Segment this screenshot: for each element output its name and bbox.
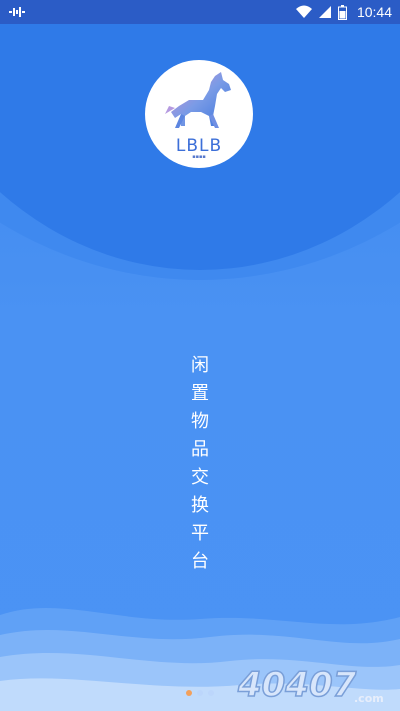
splash-screen: 10:44 ▪▪▪▪ LBLB 闲 置 物 品 交 换 平 台 40407 .c… bbox=[0, 0, 400, 711]
slogan-char: 换 bbox=[191, 495, 209, 516]
status-bar: 10:44 bbox=[0, 0, 400, 24]
notification-icon bbox=[9, 7, 25, 17]
slogan: 闲 置 物 品 交 换 平 台 bbox=[185, 352, 215, 576]
page-dot[interactable] bbox=[197, 690, 203, 696]
page-dot-active[interactable] bbox=[186, 690, 192, 696]
wifi-icon bbox=[295, 5, 312, 18]
app-logo: ▪▪▪▪ LBLB bbox=[145, 60, 253, 168]
signal-icon bbox=[318, 6, 331, 18]
battery-icon bbox=[337, 4, 347, 20]
logo-text: LBLB bbox=[175, 136, 223, 156]
slogan-char: 平 bbox=[191, 523, 209, 544]
slogan-char: 交 bbox=[191, 467, 209, 488]
slogan-char: 置 bbox=[191, 383, 209, 404]
status-time: 10:44 bbox=[356, 4, 392, 20]
svg-text:.com: .com bbox=[354, 692, 384, 705]
slogan-char: 台 bbox=[191, 551, 209, 572]
page-indicator bbox=[186, 690, 214, 696]
watermark-logo: 40407 .com bbox=[236, 662, 394, 706]
slogan-char: 品 bbox=[191, 439, 209, 460]
page-dot[interactable] bbox=[208, 690, 214, 696]
slogan-char: 闲 bbox=[191, 355, 209, 376]
svg-text:40407: 40407 bbox=[237, 665, 357, 705]
slogan-char: 物 bbox=[191, 411, 209, 432]
